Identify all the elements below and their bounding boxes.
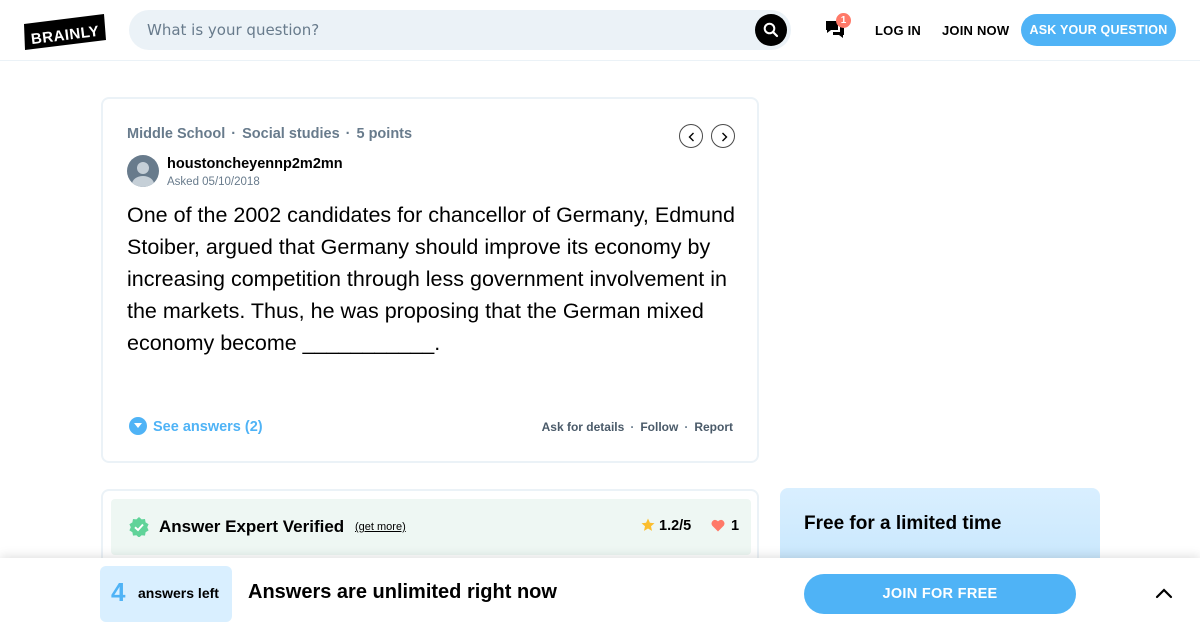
promo-title: Free for a limited time — [804, 513, 1002, 534]
username-link[interactable]: houstoncheyennp2m2mn — [167, 156, 343, 172]
avatar[interactable] — [127, 155, 159, 187]
next-question-button[interactable] — [711, 124, 735, 148]
rating-value: 1.2/5 — [659, 518, 692, 534]
answers-left-counter: 4 answers left — [100, 566, 232, 622]
user-icon — [132, 162, 154, 187]
answer-thanks: 1 — [711, 518, 739, 534]
verified-badge-icon — [129, 517, 149, 537]
star-icon — [641, 518, 655, 531]
join-now-link[interactable]: JOIN NOW — [942, 23, 1009, 38]
bottom-bar: 4 answers left Answers are unlimited rig… — [0, 558, 1200, 630]
brainly-logo[interactable]: BRAINLY — [24, 14, 106, 50]
ask-for-details-link[interactable]: Ask for details — [542, 420, 625, 434]
search-bar[interactable]: What is your question? — [129, 10, 791, 50]
school-level[interactable]: Middle School — [127, 126, 225, 142]
chevron-down-icon — [129, 417, 147, 435]
question-text: One of the 2002 candidates for chancello… — [127, 203, 735, 355]
answer-rating: 1.2/5 — [641, 518, 691, 534]
login-link[interactable]: LOG IN — [875, 23, 921, 38]
ask-question-button[interactable]: ASK YOUR QUESTION — [1021, 14, 1176, 46]
notification-badge: 1 — [836, 13, 851, 28]
search-input[interactable]: What is your question? — [147, 21, 319, 39]
separator-dot: · — [231, 126, 237, 142]
verified-answer-title: Answer Expert Verified — [159, 517, 345, 536]
report-link[interactable]: Report — [694, 420, 733, 434]
thanks-count: 1 — [731, 518, 740, 534]
heart-icon — [711, 519, 725, 532]
bottom-bar-message: Answers are unlimited right now — [248, 581, 557, 603]
asked-date: Asked 05/10/2018 — [167, 176, 260, 188]
chevron-right-icon — [722, 132, 728, 142]
chevron-up-icon[interactable] — [1154, 586, 1174, 600]
question-meta: Middle School · Social studies · 5 points — [127, 126, 412, 142]
get-more-link[interactable]: (get more) — [355, 521, 406, 533]
see-answers-label: See answers (2) — [153, 419, 263, 435]
separator-dot: · — [345, 126, 351, 142]
search-button[interactable] — [755, 14, 787, 46]
subject-link[interactable]: Social studies — [242, 126, 340, 142]
separator-dot: · — [684, 420, 689, 434]
answers-left-label: answers left — [138, 585, 219, 601]
answers-left-count: 4 — [111, 577, 126, 607]
chevron-left-icon — [688, 132, 694, 142]
separator-dot: · — [630, 420, 635, 434]
previous-question-button[interactable] — [679, 124, 703, 148]
top-header: BRAINLY What is your question? 1 LOG IN … — [0, 0, 1200, 61]
see-answers-button[interactable]: See answers (2) — [129, 417, 263, 435]
follow-link[interactable]: Follow — [640, 420, 678, 434]
verified-answer-banner: Answer Expert Verified (get more) 1.2/5 … — [111, 499, 751, 555]
question-actions: Ask for details · Follow · Report — [542, 420, 733, 434]
question-card: Middle School · Social studies · 5 points ho… — [101, 97, 759, 463]
search-icon — [763, 22, 779, 38]
points-label: 5 points — [356, 126, 413, 142]
join-for-free-button[interactable]: JOIN FOR FREE — [804, 574, 1076, 614]
